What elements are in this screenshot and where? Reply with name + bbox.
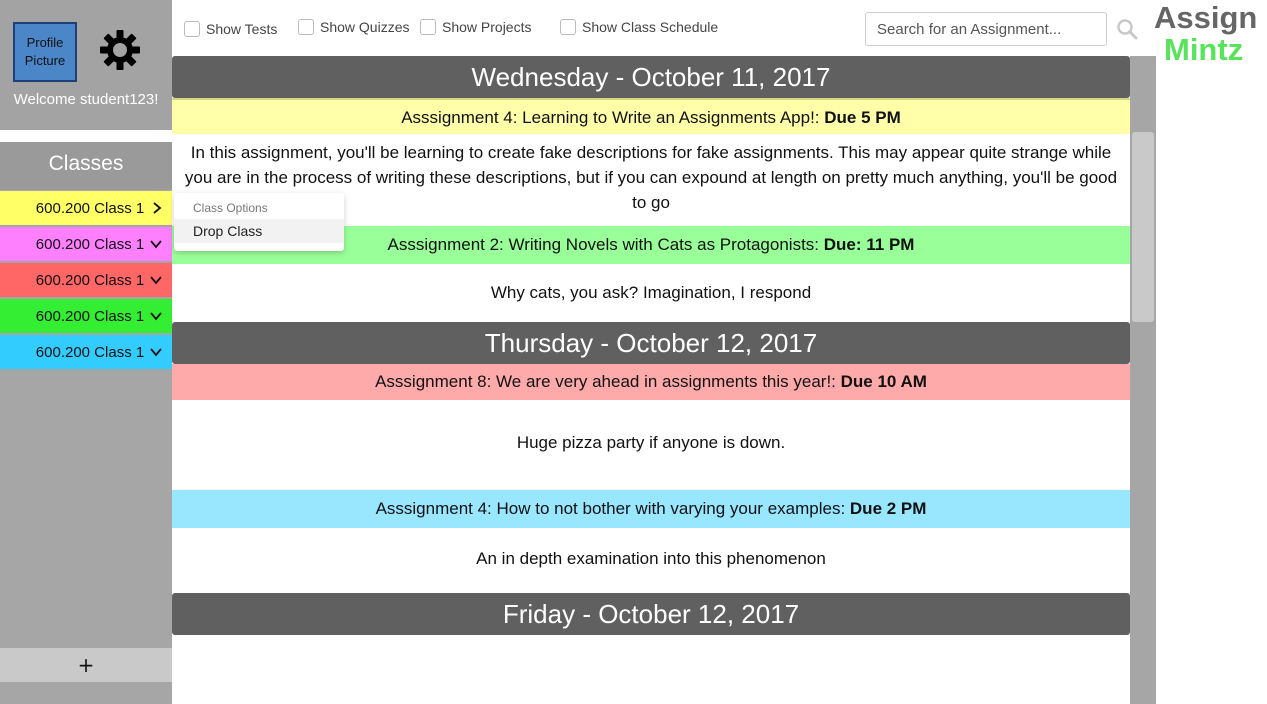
show-quizzes-label: Show Quizzes: [320, 19, 410, 35]
sidebar: Profile Picture Welcome student123! Clas…: [0, 0, 172, 704]
show-schedule-label: Show Class Schedule: [582, 19, 719, 35]
dropdown-header: Class Options: [193, 201, 268, 215]
topbar: Show Tests Show Quizzes Show Projects Sh…: [172, 0, 1156, 56]
profile-picture-label-1: Profile: [26, 35, 64, 50]
show-projects-label: Show Projects: [442, 19, 532, 35]
logo-line-1: Assign: [1154, 0, 1258, 35]
assignment-title-text: Asssignment 2: Writing Novels with Cats …: [387, 235, 824, 254]
assignment-description: An in depth examination into this phenom…: [476, 549, 826, 568]
class-item-label: 600.200 Class 1: [35, 235, 145, 253]
welcome-text: Welcome student123!: [13, 91, 159, 108]
profile-picture[interactable]: Profile Picture: [13, 22, 77, 82]
assignment-due: Due: 11 PM: [823, 235, 915, 254]
show-schedule-checkbox[interactable]: [560, 19, 576, 35]
assignment-due: Due 5 PM: [824, 108, 901, 127]
class-item-label: 600.200 Class 1: [35, 271, 145, 289]
day-header: Friday - October 12, 2017: [172, 593, 1130, 635]
day-header: Wednesday - October 11, 2017: [172, 56, 1130, 98]
assignment-feed: Wednesday - October 11, 2017 Asssignment…: [172, 56, 1130, 704]
logo: Assign Mintz: [1154, 0, 1267, 67]
drop-class-option[interactable]: Drop Class: [174, 219, 344, 243]
class-item-label: 600.200 Class 1: [35, 199, 145, 217]
profile-picture-label-2: Picture: [24, 53, 66, 68]
class-item[interactable]: 600.200 Class 1: [0, 263, 172, 297]
classes-header: Classes: [0, 142, 172, 190]
class-list: 600.200 Class 1 600.200 Class 1 600.200 …: [0, 191, 172, 371]
gear-icon[interactable]: [98, 28, 142, 72]
assignment-title-text: Asssignment 8: We are very ahead in assi…: [375, 372, 841, 391]
scrollbar[interactable]: [1130, 56, 1156, 704]
show-tests-checkbox[interactable]: [184, 21, 200, 37]
assignment-title-text: Asssignment 4: Learning to Write an Assi…: [401, 108, 825, 127]
logo-line-2: Mintz: [1164, 32, 1244, 67]
class-item[interactable]: 600.200 Class 1: [0, 227, 172, 261]
profile-panel: Profile Picture Welcome student123!: [0, 0, 172, 130]
assignment-title[interactable]: Asssignment 4: How to not bother with va…: [172, 490, 1130, 528]
show-tests-label: Show Tests: [206, 21, 278, 37]
assignment-due: Due 10 AM: [840, 372, 927, 391]
chevron-down-icon[interactable]: [150, 335, 162, 369]
show-projects-checkbox[interactable]: [420, 19, 436, 35]
sidebar-divider: [0, 130, 172, 142]
class-item-label: 600.200 Class 1: [35, 343, 145, 361]
assignment-title[interactable]: Asssignment 8: We are very ahead in assi…: [172, 364, 1130, 400]
class-options-dropdown: Class Options Drop Class: [174, 193, 344, 251]
search-icon[interactable]: [1116, 18, 1138, 40]
assignment-title-text: Asssignment 4: How to not bother with va…: [375, 499, 850, 518]
day-header: Thursday - October 12, 2017: [172, 322, 1130, 364]
show-projects-filter[interactable]: Show Projects: [420, 19, 531, 35]
chevron-down-icon[interactable]: [150, 227, 162, 261]
assignment-due: Due 2 PM: [849, 499, 927, 518]
class-item[interactable]: 600.200 Class 1: [0, 299, 172, 333]
app-root: Profile Picture Welcome student123! Clas…: [0, 0, 1267, 704]
class-item-label: 600.200 Class 1: [35, 307, 145, 325]
chevron-down-icon[interactable]: [150, 299, 162, 333]
chevron-down-icon[interactable]: [150, 263, 162, 297]
assignment-title[interactable]: Asssignment 4: Learning to Write an Assi…: [172, 98, 1130, 134]
show-quizzes-filter[interactable]: Show Quizzes: [298, 19, 409, 35]
show-quizzes-checkbox[interactable]: [298, 19, 314, 35]
show-schedule-filter[interactable]: Show Class Schedule: [560, 19, 718, 35]
assignment-description: Why cats, you ask? Imagination, I respon…: [490, 283, 812, 302]
chevron-right-icon[interactable]: [152, 191, 162, 225]
add-class-button[interactable]: +: [0, 648, 172, 682]
scrollbar-thumb[interactable]: [1132, 132, 1154, 322]
class-item[interactable]: 600.200 Class 1: [0, 335, 172, 369]
class-item[interactable]: 600.200 Class 1: [0, 191, 172, 225]
assignment-description: Huge pizza party if anyone is down.: [516, 433, 786, 452]
search-input[interactable]: [865, 12, 1107, 46]
show-tests-filter[interactable]: Show Tests: [184, 21, 277, 37]
